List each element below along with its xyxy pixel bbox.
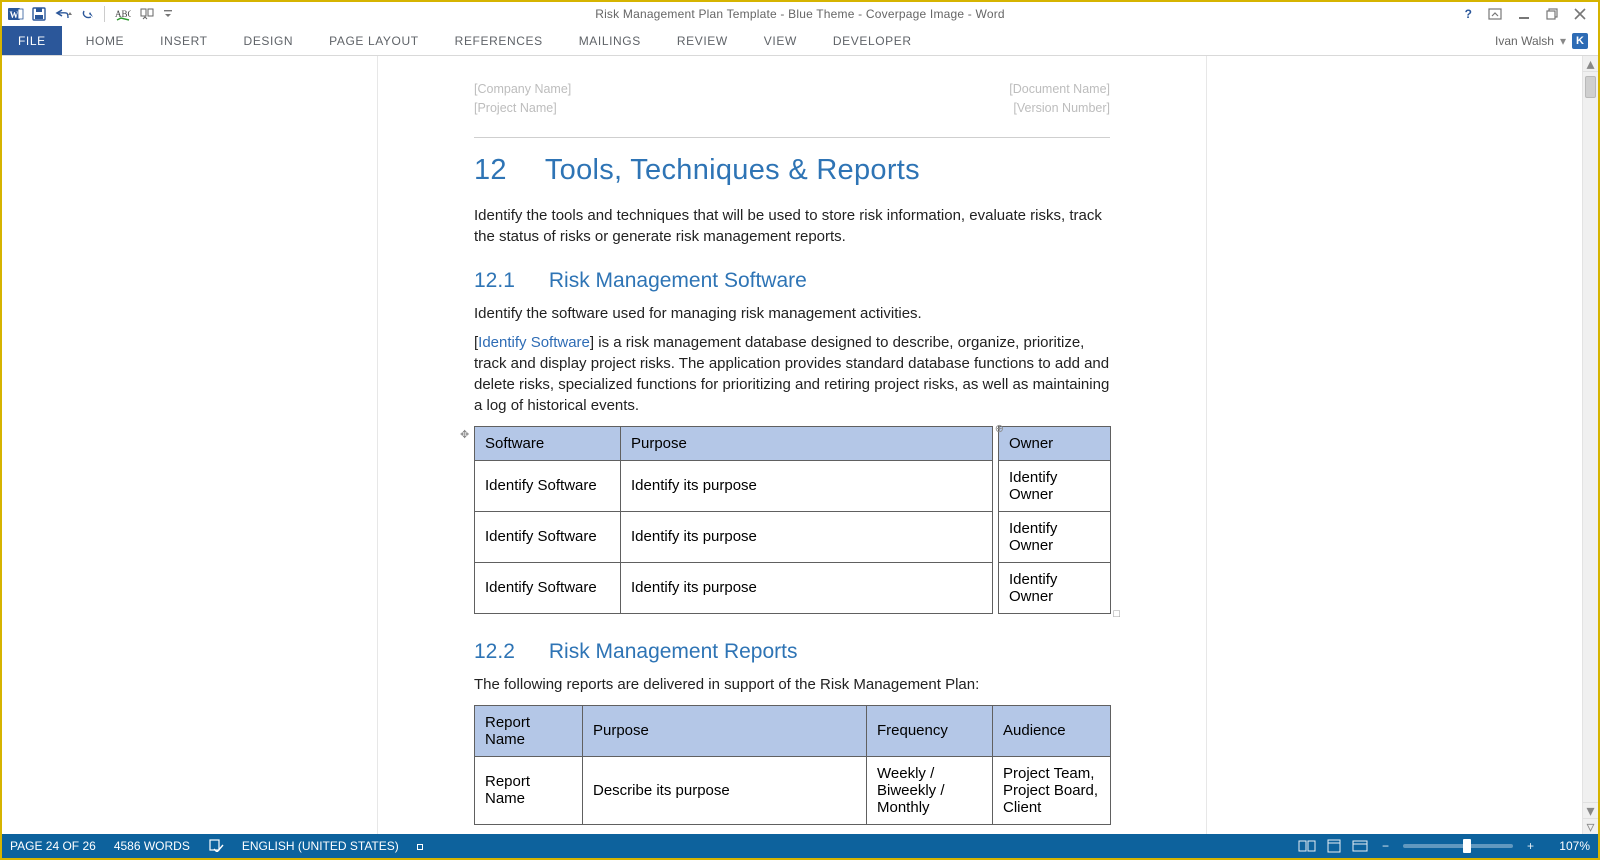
spelling-icon[interactable]: ABC [115, 7, 131, 21]
p-12-2-a: The following reports are delivered in s… [474, 674, 1110, 695]
project-field: [Project Name] [474, 99, 571, 118]
svg-text:W: W [10, 10, 19, 20]
ribbon-display-icon[interactable] [1488, 8, 1502, 20]
doc-header: [Company Name] [Project Name] [Document … [474, 80, 1110, 125]
col-software: Software [475, 426, 621, 460]
reports-table[interactable]: Report Name Purpose Frequency Audience R… [474, 705, 1111, 825]
col-owner: Owner [999, 426, 1111, 460]
svg-text:ABC: ABC [115, 9, 131, 19]
table-row[interactable]: Identify Software Identify its purpose I… [475, 562, 1111, 613]
user-name: Ivan Walsh [1495, 34, 1554, 48]
zoom-out-icon[interactable]: − [1378, 839, 1393, 853]
scroll-up-icon[interactable]: ▴ [1583, 56, 1598, 72]
heading-number: 12 [474, 154, 507, 187]
col-purpose: Purpose [621, 426, 993, 460]
zoom-in-icon[interactable]: + [1523, 839, 1538, 853]
zoom-slider[interactable] [1403, 844, 1513, 848]
heading-text: Risk Management Software [549, 269, 807, 293]
undo-icon[interactable] [54, 7, 72, 21]
save-icon[interactable] [32, 7, 46, 21]
macro-recording-icon[interactable] [417, 839, 423, 853]
heading-number: 12.1 [474, 269, 515, 293]
select-browse-object-icon[interactable]: ▿ [1583, 818, 1598, 834]
tab-design[interactable]: DESIGN [226, 26, 312, 55]
table-row[interactable]: Identify Software Identify its purpose I… [475, 460, 1111, 511]
customize-qat-icon[interactable] [163, 7, 173, 21]
account-area[interactable]: Ivan Walsh ▾ K [1495, 26, 1598, 55]
tab-view[interactable]: VIEW [746, 26, 815, 55]
document-name-field: [Document Name] [1009, 80, 1110, 99]
redo-icon[interactable] [80, 7, 94, 21]
table-header-row: Software Purpose Owner [475, 426, 1111, 460]
window-controls: ? [1465, 7, 1598, 21]
close-icon[interactable] [1574, 8, 1586, 20]
language-indicator[interactable]: ENGLISH (UNITED STATES) [242, 839, 399, 853]
table-header-row: Report Name Purpose Frequency Audience [475, 705, 1111, 756]
word-icon: W [8, 6, 24, 22]
scrollbar-thumb[interactable] [1585, 76, 1596, 98]
page[interactable]: [Company Name] [Project Name] [Document … [377, 56, 1207, 834]
version-field: [Version Number] [1009, 99, 1110, 118]
identify-software-field: Identify Software [478, 334, 590, 351]
chevron-down-icon: ▾ [1560, 34, 1566, 48]
p-12-1-b: [Identify Software] is a risk management… [474, 332, 1110, 416]
heading-text: Risk Management Reports [549, 640, 798, 664]
intro-paragraph: Identify the tools and techniques that w… [474, 205, 1110, 247]
vertical-scrollbar[interactable]: ▴ ▾ ▿ [1582, 56, 1598, 834]
p-12-1-a: Identify the software used for managing … [474, 303, 1110, 324]
heading-12-2: 12.2 Risk Management Reports [474, 640, 1110, 664]
heading-12-1: 12.1 Risk Management Software [474, 269, 1110, 293]
web-layout-icon[interactable] [1352, 839, 1368, 853]
tab-developer[interactable]: DEVELOPER [815, 26, 930, 55]
tab-file[interactable]: FILE [2, 26, 62, 55]
proofing-icon[interactable] [208, 838, 224, 855]
heading-text: Tools, Techniques & Reports [545, 154, 920, 187]
col-frequency: Frequency [867, 705, 993, 756]
print-layout-icon[interactable] [1326, 839, 1342, 853]
word-count[interactable]: 4586 WORDS [114, 839, 190, 853]
heading-12: 12 Tools, Techniques & Reports [474, 154, 1110, 187]
quick-access-toolbar: W ABC [2, 6, 173, 22]
zoom-level[interactable]: 107% [1548, 839, 1590, 853]
table-resize-handle-icon[interactable]: □ [1113, 609, 1120, 620]
status-bar: PAGE 24 OF 26 4586 WORDS ENGLISH (UNITED… [2, 834, 1598, 858]
company-field: [Company Name] [474, 80, 571, 99]
page-indicator[interactable]: PAGE 24 OF 26 [10, 839, 96, 853]
user-badge: K [1572, 33, 1588, 49]
document-area: [Company Name] [Project Name] [Document … [2, 56, 1598, 834]
help-icon[interactable]: ? [1465, 7, 1472, 21]
ribbon: FILE HOME INSERT DESIGN PAGE LAYOUT REFE… [2, 26, 1598, 56]
word-window: W ABC Risk Management Plan Template - B [0, 0, 1600, 860]
tab-references[interactable]: REFERENCES [437, 26, 561, 55]
software-table[interactable]: Software Purpose Owner Identify Software… [474, 426, 1111, 614]
document-scroll[interactable]: [Company Name] [Project Name] [Document … [2, 56, 1582, 834]
restore-icon[interactable] [1546, 8, 1558, 20]
minimize-icon[interactable] [1518, 8, 1530, 20]
window-title: Risk Management Plan Template - Blue The… [595, 7, 1005, 21]
col-audience: Audience [993, 705, 1111, 756]
tab-page-layout[interactable]: PAGE LAYOUT [311, 26, 437, 55]
touch-mode-icon[interactable] [139, 7, 155, 21]
table-move-handle-icon[interactable]: ✥ [460, 430, 469, 441]
header-rule [474, 137, 1110, 138]
tab-home[interactable]: HOME [68, 26, 142, 55]
read-mode-icon[interactable] [1298, 839, 1316, 853]
col-purpose: Purpose [583, 705, 867, 756]
table-row[interactable]: Report Name Describe its purpose Weekly … [475, 756, 1111, 824]
heading-number: 12.2 [474, 640, 515, 664]
table-row[interactable]: Identify Software Identify its purpose I… [475, 511, 1111, 562]
separator [104, 6, 105, 22]
tab-insert[interactable]: INSERT [142, 26, 225, 55]
tab-mailings[interactable]: MAILINGS [561, 26, 659, 55]
title-bar: W ABC Risk Management Plan Template - B [2, 2, 1598, 26]
tab-review[interactable]: REVIEW [659, 26, 746, 55]
col-report-name: Report Name [475, 705, 583, 756]
table-add-column-icon[interactable]: ⊕ [995, 424, 1004, 435]
